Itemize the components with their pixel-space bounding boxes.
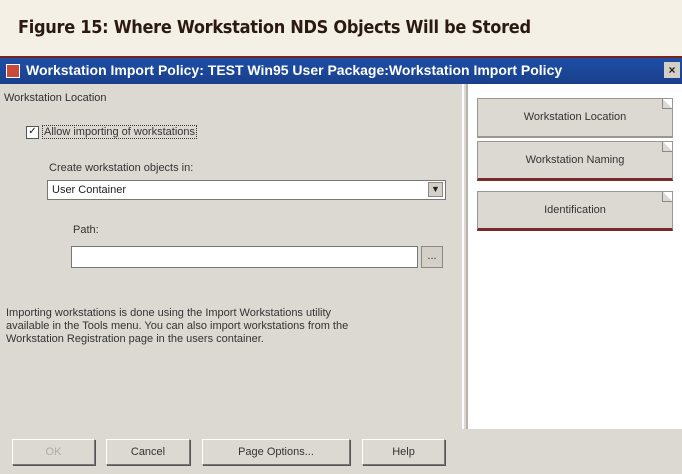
close-icon[interactable]: × — [664, 62, 680, 78]
app-icon — [6, 64, 20, 78]
tab-workstation-location[interactable]: Workstation Location — [477, 98, 673, 138]
allow-import-label[interactable]: Allow importing of workstations — [42, 125, 198, 139]
window-title: Workstation Import Policy: TEST Win95 Us… — [26, 62, 563, 78]
tab-corner-icon — [662, 99, 672, 109]
cancel-button[interactable]: Cancel — [106, 439, 190, 465]
settings-panel: Workstation Location ✓ Allow importing o… — [0, 84, 464, 429]
create-in-select[interactable]: User Container ▼ — [47, 180, 446, 200]
path-label: Path: — [73, 224, 99, 236]
browse-button[interactable]: ... — [421, 246, 443, 268]
create-in-label: Create workstation objects in: — [49, 162, 194, 174]
window-titlebar[interactable]: Workstation Import Policy: TEST Win95 Us… — [0, 58, 682, 84]
tab-label: Identification — [544, 204, 606, 216]
tab-label: Workstation Location — [523, 111, 627, 123]
tab-corner-icon — [662, 192, 672, 202]
ok-button[interactable]: OK — [12, 439, 95, 465]
tab-corner-icon — [662, 142, 672, 152]
help-button[interactable]: Help — [362, 439, 445, 465]
tab-label: Workstation Naming — [525, 154, 625, 166]
info-text: Importing workstations is done using the… — [6, 307, 349, 345]
figure-caption: Figure 15: Where Workstation NDS Objects… — [18, 17, 531, 38]
page-options-button[interactable]: Page Options... — [202, 439, 350, 465]
dialog-body: Workstation Location ✓ Allow importing o… — [0, 84, 682, 474]
page-tabs: Workstation Location Workstation Naming … — [466, 84, 682, 429]
figure-caption-bar: Figure 15: Where Workstation NDS Objects… — [0, 0, 682, 58]
allow-import-checkbox[interactable]: ✓ — [26, 126, 39, 139]
path-input[interactable] — [71, 246, 418, 268]
tab-workstation-naming[interactable]: Workstation Naming — [477, 141, 673, 181]
button-bar: OK Cancel Page Options... Help — [0, 429, 682, 474]
panel-title: Workstation Location — [4, 92, 107, 104]
chevron-down-icon[interactable]: ▼ — [428, 182, 443, 197]
tab-identification[interactable]: Identification — [477, 191, 673, 231]
figure-frame: Figure 15: Where Workstation NDS Objects… — [0, 0, 682, 474]
create-in-value: User Container — [52, 184, 126, 196]
